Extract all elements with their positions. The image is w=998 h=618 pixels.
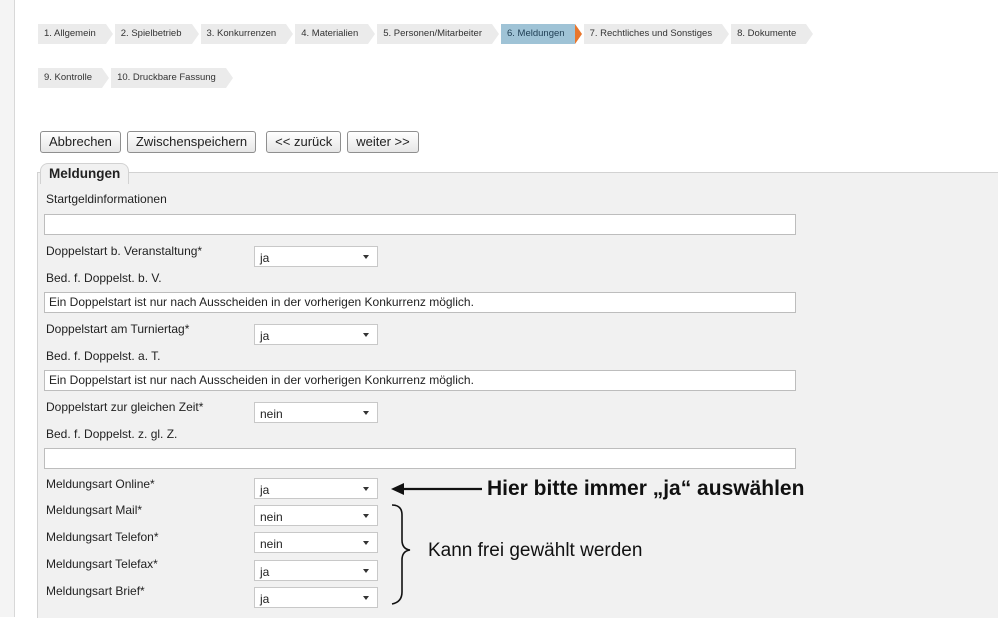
meldungsart-telefax-select[interactable]: ja — [254, 560, 378, 581]
section-legend: Meldungen — [40, 163, 130, 184]
doppelstart-zeit-label: Doppelstart zur gleichen Zeit* — [46, 400, 204, 414]
meldungsart-brief-select[interactable]: ja — [254, 587, 378, 608]
chevron-down-icon — [363, 487, 369, 491]
startgeld-input[interactable] — [44, 214, 796, 235]
tab-rechtliches-sonstiges[interactable]: 7. Rechtliches und Sonstiges — [583, 24, 729, 44]
meldungsart-mail-value: nein — [260, 510, 283, 524]
meldungsart-brief-label: Meldungsart Brief* — [46, 584, 145, 598]
tab-materialien[interactable]: 4. Materialien — [295, 24, 376, 44]
chevron-down-icon — [363, 541, 369, 545]
tab-allgemein[interactable]: 1. Allgemein — [38, 24, 113, 44]
chevron-down-icon — [363, 333, 369, 337]
bed-veranstaltung-label: Bed. f. Doppelst. b. V. — [46, 271, 162, 285]
doppelstart-turniertag-label: Doppelstart am Turniertag* — [46, 322, 190, 336]
meldungsart-mail-select[interactable]: nein — [254, 505, 378, 526]
meldungsart-online-value: ja — [260, 483, 270, 497]
online-hint-text: Hier bitte immer „ja“ auswählen — [487, 477, 805, 500]
meldungsart-mail-label: Meldungsart Mail* — [46, 503, 143, 517]
wizard-tabs-row-1: 1. Allgemein 2. Spielbetrieb 3. Konkurre… — [38, 24, 815, 44]
meldungsart-telefon-value: nein — [260, 537, 283, 551]
meldungsart-telefon-label: Meldungsart Telefon* — [46, 530, 159, 544]
startgeld-label: Startgeldinformationen — [46, 192, 167, 206]
next-button[interactable]: weiter >> — [347, 131, 419, 153]
meldungsart-online-label: Meldungsart Online* — [46, 477, 155, 491]
tab-spielbetrieb[interactable]: 2. Spielbetrieb — [114, 24, 199, 44]
chevron-down-icon — [363, 255, 369, 259]
tab-konkurrenzen[interactable]: 3. Konkurrenzen — [200, 24, 293, 44]
bed-veranstaltung-input[interactable]: Ein Doppelstart ist nur nach Ausscheiden… — [44, 292, 796, 313]
window-edge — [0, 0, 15, 617]
tab-dokumente[interactable]: 8. Dokumente — [731, 24, 814, 44]
doppelstart-turniertag-select[interactable]: ja — [254, 324, 378, 345]
tab-kontrolle[interactable]: 9. Kontrolle — [38, 68, 110, 88]
bed-turniertag-input[interactable]: Ein Doppelstart ist nur nach Ausscheiden… — [44, 370, 796, 391]
tab-personen-mitarbeiter[interactable]: 5. Personen/Mitarbeiter — [377, 24, 499, 44]
save-draft-button[interactable]: Zwischenspeichern — [126, 131, 257, 153]
meldungsart-online-select[interactable]: ja — [254, 478, 378, 499]
free-choice-hint-text: Kann frei gewählt werden — [428, 540, 643, 561]
wizard-tabs-row-2: 9. Kontrolle 10. Druckbare Fassung — [38, 68, 235, 88]
bed-zeit-input[interactable] — [44, 448, 796, 469]
meldungsart-telefax-label: Meldungsart Telefax* — [46, 557, 158, 571]
bed-turniertag-label: Bed. f. Doppelst. a. T. — [46, 349, 161, 363]
doppelstart-turniertag-value: ja — [260, 329, 270, 343]
chevron-down-icon — [363, 411, 369, 415]
doppelstart-zeit-value: nein — [260, 407, 283, 421]
chevron-down-icon — [363, 569, 369, 573]
back-button[interactable]: << zurück — [266, 131, 342, 153]
tab-meldungen[interactable]: 6. Meldungen — [501, 24, 582, 44]
bed-zeit-label: Bed. f. Doppelst. z. gl. Z. — [46, 427, 178, 441]
doppelstart-veranstaltung-value: ja — [260, 251, 270, 265]
doppelstart-zeit-select[interactable]: nein — [254, 402, 378, 423]
tab-druckbare-fassung[interactable]: 10. Druckbare Fassung — [111, 68, 233, 88]
doppelstart-veranstaltung-label: Doppelstart b. Veranstaltung* — [46, 244, 203, 258]
action-buttons: Abbrechen Zwischenspeichern << zurück we… — [40, 131, 425, 153]
chevron-down-icon — [363, 596, 369, 600]
cancel-button[interactable]: Abbrechen — [40, 131, 121, 153]
meldungsart-brief-value: ja — [260, 592, 270, 606]
meldungsart-telefax-value: ja — [260, 565, 270, 579]
doppelstart-veranstaltung-select[interactable]: ja — [254, 246, 378, 267]
meldungsart-telefon-select[interactable]: nein — [254, 532, 378, 553]
chevron-down-icon — [363, 514, 369, 518]
